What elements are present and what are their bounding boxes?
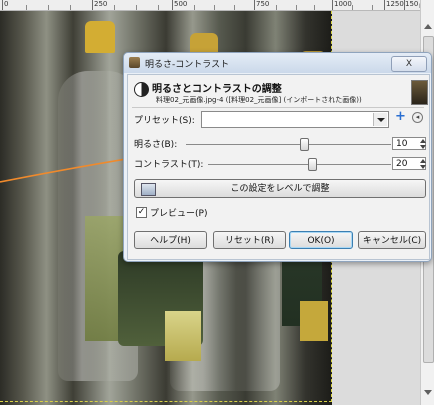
dialog-body: 明るさとコントラストの調整 料理02_元画像.jpg-4 ([料理02_元画像]… [127, 74, 430, 260]
add-preset-icon[interactable]: + [395, 110, 406, 124]
brightness-label: 明るさ(B): [134, 140, 178, 150]
divider [132, 107, 424, 108]
dialog-heading: 明るさとコントラストの調整 [152, 84, 282, 95]
ok-button[interactable]: OK(O) [289, 231, 353, 249]
bottle-label [165, 311, 201, 361]
preview-label: プレビュー(P) [150, 209, 208, 219]
ruler-label-250: 250 [94, 0, 108, 8]
brightness-stepper[interactable] [419, 137, 427, 150]
contrast-slider-handle[interactable] [308, 158, 317, 171]
help-button[interactable]: ヘルプ(H) [134, 231, 207, 249]
bottle-cap [85, 21, 115, 53]
image-info: 料理02_元画像.jpg-4 ([料理02_元画像] (インポートされた画像)) [156, 96, 362, 104]
ruler-label-1000: 1000 [334, 0, 352, 8]
edit-as-levels-button[interactable]: この設定をレベルで調整 [134, 179, 426, 198]
levels-icon [141, 183, 156, 196]
preset-combobox[interactable] [201, 111, 389, 128]
ruler-label-1250: 1250 [386, 0, 404, 8]
scroll-down-icon[interactable] [424, 390, 432, 395]
gimp-app-icon [129, 57, 140, 68]
brightness-slider[interactable] [186, 144, 391, 145]
brightness-contrast-icon [134, 82, 149, 97]
contrast-slider[interactable] [208, 164, 391, 165]
reset-button[interactable]: リセット(R) [213, 231, 286, 249]
brightness-slider-handle[interactable] [300, 138, 309, 151]
ruler-label-0: 0 [4, 0, 9, 8]
chevron-down-icon[interactable] [373, 113, 387, 126]
dialog-titlebar[interactable]: 明るさ-コントラスト X [124, 53, 431, 73]
scroll-up-icon[interactable] [424, 24, 432, 29]
ruler-label-750: 750 [256, 0, 270, 8]
dialog-title: 明るさ-コントラスト [145, 60, 230, 70]
brightness-contrast-dialog: 明るさ-コントラスト X 明るさとコントラストの調整 料理02_元画像.jpg-… [123, 52, 432, 262]
preview-checkbox[interactable]: ✓ [136, 207, 147, 218]
image-thumbnail [411, 80, 428, 105]
ruler-label-500: 500 [174, 0, 188, 8]
preset-label: プリセット(S): [134, 116, 195, 126]
horizontal-ruler: 0 250 500 750 1000 1250 150 [0, 0, 420, 11]
preset-menu-icon[interactable]: ◂ [412, 112, 423, 123]
edit-as-levels-label: この設定をレベルで調整 [230, 184, 330, 194]
contrast-label: コントラスト(T): [134, 160, 204, 170]
close-button[interactable]: X [391, 56, 427, 72]
cancel-button[interactable]: キャンセル(C) [358, 231, 426, 249]
contrast-stepper[interactable] [419, 157, 427, 170]
bottle-label [300, 301, 328, 341]
